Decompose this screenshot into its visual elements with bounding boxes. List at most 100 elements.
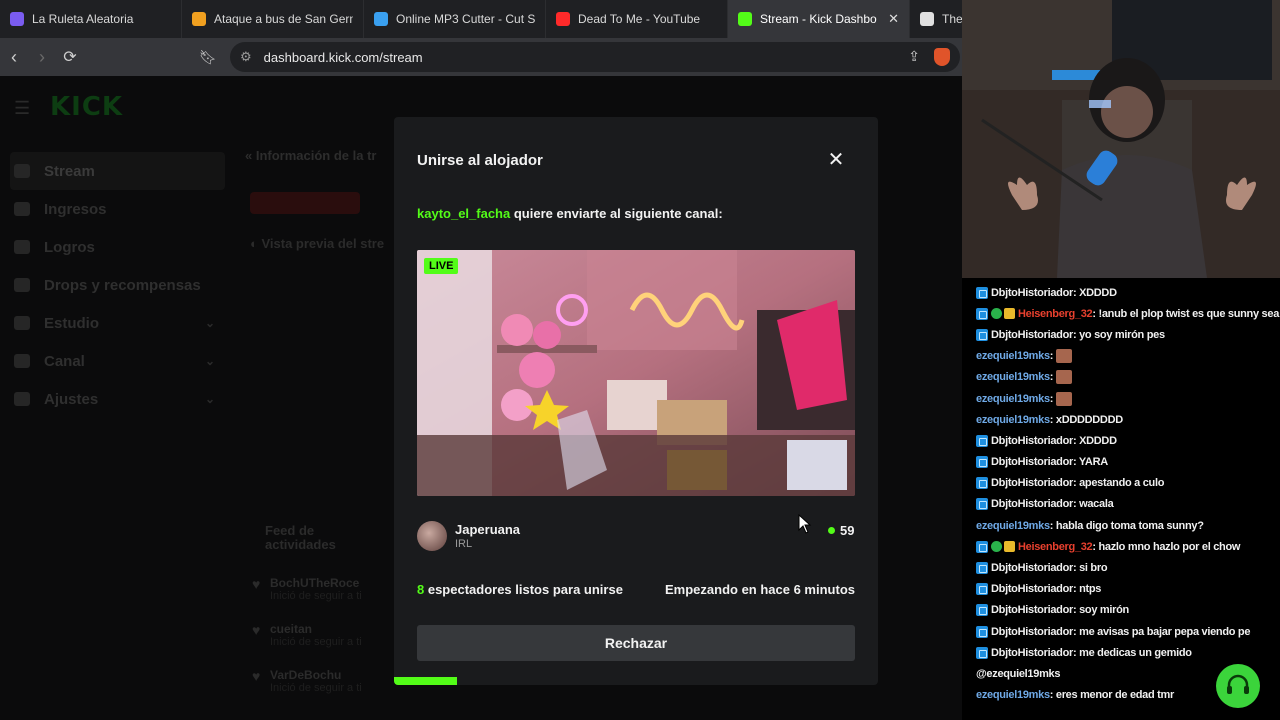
chat-username[interactable]: DbjtoHistoriador [991,583,1073,595]
chat-text: : me avisas pa bajar pepa viendo pe [1072,625,1251,638]
headset-icon [1227,674,1249,694]
chat-username[interactable]: Heisenberg_32 [1018,541,1093,553]
chat-username[interactable]: DbjtoHistoriador [991,329,1073,341]
sidebar-item[interactable]: Logros [10,228,225,266]
channel-name[interactable]: Japeruana [455,522,520,537]
moderator-badge-icon [976,477,988,490]
tab-title: Ataque a bus de San Germ [214,12,353,26]
webcam-overlay [962,0,1280,278]
wheel-icon [10,12,24,26]
chat-text: : [1049,371,1054,384]
browser-tab[interactable]: Dead To Me - YouTube [546,0,728,38]
browser-tab[interactable]: Online MP3 Cutter - Cut S [364,0,546,38]
sidebar-item[interactable]: Drops y recompensas [10,266,225,304]
brave-shields-icon[interactable] [934,48,950,66]
chat-username[interactable]: DbjtoHistoriador [991,626,1073,638]
host-username[interactable]: kayto_el_facha [417,206,510,221]
chat-username[interactable]: ezequiel19mks [976,371,1050,383]
sidebar-item-icon [14,354,30,368]
channel-avatar[interactable] [417,521,447,551]
chat-message: ezequiel19mks : [962,346,1280,367]
chat-message: DbjtoHistoriador: yo soy mirón pes [962,324,1280,345]
chat-username[interactable]: DbjtoHistoriador [991,456,1073,468]
moderator-badge-icon [976,456,988,469]
chevron-down-icon: ⌄ [204,354,215,368]
moderator-badge-icon [976,286,988,299]
moderator-badge-icon [976,604,988,617]
stream-info-header[interactable]: « Información de la tr [245,148,376,163]
sidebar-item-label: Ingresos [44,200,107,218]
chat-message: DbjtoHistoriador: YARA [962,452,1280,473]
sidebar-item[interactable]: Canal ⌄ [10,342,225,380]
modal-title: Unirse al alojador [417,152,543,169]
kick-logo[interactable]: KICK [50,92,123,122]
channel-info[interactable]: Japeruana IRL [417,521,520,551]
back-icon[interactable]: ‹ [0,47,28,68]
chat-username[interactable]: DbjtoHistoriador [991,604,1073,616]
chat-text: : soy mirón [1072,604,1129,617]
chat-message: ezequiel19mks : xDDDDDDDD [962,409,1280,430]
chat-text: : XDDDD [1072,434,1117,447]
feed-item: ♥ VarDeBochu Inició de seguir a ti [252,668,402,694]
emote-icon [1056,391,1073,406]
menu-icon[interactable]: ☰ [14,98,30,119]
sidebar-item[interactable]: Stream [10,152,225,190]
moderator-badge-icon [976,625,988,638]
sidebar-item[interactable]: Ingresos [10,190,225,228]
chat-message: DbjtoHistoriador: XDDDD [962,282,1280,303]
chat-username[interactable]: ezequiel19mks [976,520,1050,532]
chat-message: ezequiel19mks : [962,388,1280,409]
moderator-badge-icon [976,646,988,659]
sidebar-item-icon [14,392,30,406]
chevron-down-icon: ⌄ [204,316,215,330]
browser-tab[interactable]: Ataque a bus de San Germ [182,0,364,38]
chat-username[interactable]: Heisenberg_32 [1018,308,1093,320]
feed-item-text: VarDeBochu Inició de seguir a ti [270,668,362,694]
stream-preview-image [417,250,855,496]
sidebar-item-icon [14,240,30,254]
sidebar-item[interactable]: Ajustes ⌄ [10,380,225,418]
chat-text: : wacala [1072,498,1114,511]
ready-label: espectadores listos para unirse [424,582,623,597]
browser-tab[interactable]: Stream - Kick Dashbo ✕ [728,0,910,38]
chat-username[interactable]: DbjtoHistoriador [991,562,1073,574]
verified-badge-icon [991,308,1002,320]
reload-icon[interactable]: ⟳ [56,47,84,67]
feed-item-sub: Inició de seguir a ti [270,590,362,602]
feed-item-sub: Inició de seguir a ti [270,636,362,648]
heart-icon: ♥ [252,622,261,638]
share-icon[interactable]: ⇪ [908,48,920,66]
site-settings-icon[interactable]: ⚙ [240,49,252,65]
address-bar[interactable]: ⚙ dashboard.kick.com/stream ⇪ [230,42,960,72]
sidebar-item-icon [14,202,30,216]
bookmark-icon[interactable]: 🔖︎ [194,49,222,66]
forward-icon[interactable]: › [28,47,56,68]
chat-username[interactable]: @ezequiel19mks [976,668,1060,680]
chat-username[interactable]: ezequiel19mks [976,414,1050,426]
chat-username[interactable]: DbjtoHistoriador [991,498,1073,510]
close-icon[interactable]: ✕ [824,147,848,172]
browser-tab[interactable]: The b [910,0,962,38]
chat-text: : hazlo mno hazlo por el chow [1092,540,1241,553]
browser-tab[interactable]: La Ruleta Aleatoria [0,0,182,38]
sidebar-item[interactable]: Estudio ⌄ [10,304,225,342]
chat-username[interactable]: ezequiel19mks [976,350,1050,362]
tab-close-icon[interactable]: ✕ [888,11,899,27]
moderator-badge-icon [976,498,988,511]
moderator-badge-icon [976,307,988,320]
stream-thumbnail[interactable]: LIVE [417,250,855,496]
reject-button[interactable]: Rechazar [417,625,855,661]
chat-username[interactable]: ezequiel19mks [976,393,1050,405]
chat-username[interactable]: DbjtoHistoriador [991,647,1073,659]
chat-text: : [1049,350,1054,363]
diamond-icon [920,12,934,26]
chat-message: DbjtoHistoriador: apestando a culo [962,473,1280,494]
support-button[interactable] [1216,664,1260,708]
sidebar-item-label: Canal [44,352,85,370]
chat-username[interactable]: ezequiel19mks [976,689,1050,701]
activity-feed-label: Feed de actividades [265,523,336,552]
chat-username[interactable]: DbjtoHistoriador [991,435,1073,447]
chat-username[interactable]: DbjtoHistoriador [991,477,1073,489]
chat-username[interactable]: DbjtoHistoriador [991,287,1073,299]
chat-text: : !anub el plop twist es que sunny sea l… [1092,307,1280,320]
